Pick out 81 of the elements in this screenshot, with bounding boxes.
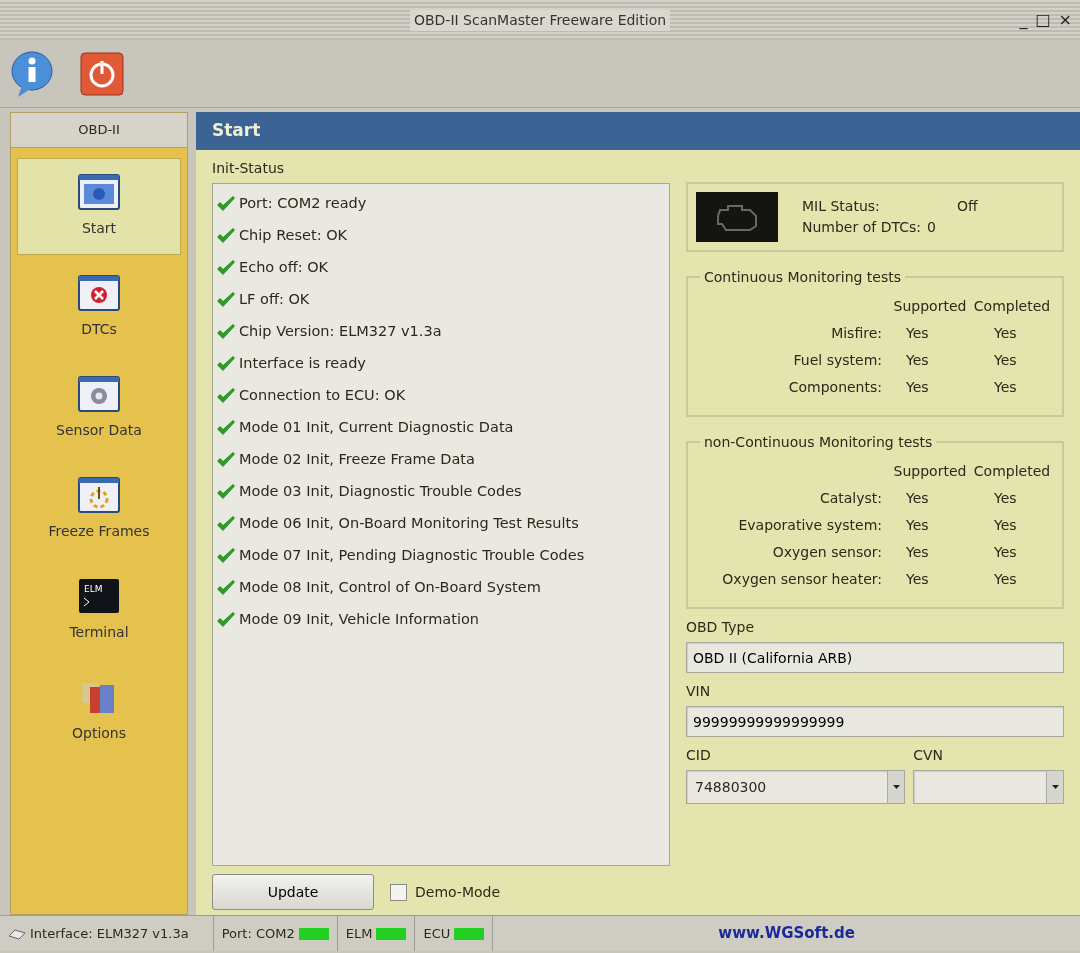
status-text: Mode 07 Init, Pending Diagnostic Trouble Codes bbox=[239, 546, 585, 566]
supported-value: Yes bbox=[905, 324, 930, 343]
sidebar-item[interactable]: Sensor Data bbox=[17, 360, 181, 457]
column-header: Supported bbox=[892, 297, 968, 316]
status-label: Port: COM2 bbox=[221, 924, 295, 943]
cid-dropdown[interactable]: 74880300 bbox=[686, 770, 906, 804]
test-name: Evaporative system: bbox=[737, 516, 883, 535]
sidebar-item[interactable]: ELM Terminal bbox=[17, 562, 181, 659]
completed-value: Yes bbox=[993, 324, 1018, 343]
completed-value: Yes bbox=[993, 570, 1018, 589]
sidebar-item[interactable]: DTCs bbox=[17, 259, 181, 356]
terminal-icon: ELM bbox=[78, 578, 120, 614]
update-button[interactable]: Update bbox=[212, 874, 374, 910]
supported-value: Yes bbox=[905, 378, 930, 397]
status-text: LF off: OK bbox=[239, 290, 310, 310]
sidebar-header: OBD-II bbox=[11, 113, 187, 148]
window-icon bbox=[78, 477, 120, 513]
close-button[interactable]: × bbox=[1058, 8, 1072, 32]
status-text: Connection to ECU: OK bbox=[239, 386, 406, 406]
status-text: Port: COM2 ready bbox=[239, 194, 367, 214]
column-header: Supported bbox=[892, 462, 968, 481]
demo-mode-label: Demo-Mode bbox=[415, 882, 501, 902]
supported-value: Yes bbox=[905, 516, 930, 535]
caret-icon bbox=[892, 785, 900, 789]
dtc-count-value: 0 bbox=[926, 218, 937, 237]
test-name: Oxygen sensor: bbox=[771, 543, 883, 562]
panel-title: Start bbox=[196, 112, 1080, 150]
window-icon bbox=[78, 376, 120, 412]
status-text: Interface is ready bbox=[239, 354, 366, 374]
dtc-count-label: Number of DTCs: bbox=[802, 218, 921, 237]
test-name: Catalyst: bbox=[818, 489, 883, 508]
sidebar-item[interactable]: Freeze Frames bbox=[17, 461, 181, 558]
completed-value: Yes bbox=[993, 489, 1018, 508]
sidebar-item[interactable]: Options bbox=[17, 663, 181, 760]
column-header: Completed bbox=[972, 462, 1052, 481]
window-title: OBD-II ScanMaster Freeware Edition bbox=[409, 9, 671, 31]
info-icon[interactable] bbox=[8, 48, 56, 99]
power-icon[interactable] bbox=[80, 51, 124, 96]
status-text: Chip Version: ELM327 v1.3a bbox=[239, 322, 442, 342]
status-text: Mode 06 Init, On-Board Monitoring Test Results bbox=[239, 514, 579, 534]
mil-status-label: MIL Status: bbox=[802, 197, 881, 216]
status-text: Chip Reset: OK bbox=[239, 226, 348, 246]
sidebar-item[interactable]: Start bbox=[17, 158, 181, 255]
init-status-label: Init-Status bbox=[212, 159, 286, 178]
minimize-button[interactable]: _ bbox=[1019, 8, 1028, 32]
obd-type-field[interactable]: OBD II (California ARB) bbox=[686, 642, 1064, 673]
vin-field[interactable]: 99999999999999999 bbox=[686, 706, 1064, 737]
caret-icon bbox=[1051, 785, 1059, 789]
status-text: Mode 02 Init, Freeze Frame Data bbox=[239, 450, 475, 470]
column-header: Completed bbox=[972, 297, 1052, 316]
obd-type-label: OBD Type bbox=[686, 618, 755, 637]
status-label: ECU bbox=[423, 924, 451, 943]
vin-label: VIN bbox=[686, 682, 712, 701]
maximize-button[interactable]: □ bbox=[1035, 8, 1051, 32]
status-text: Mode 01 Init, Current Diagnostic Data bbox=[239, 418, 514, 438]
supported-value: Yes bbox=[905, 351, 930, 370]
status-label: ELM bbox=[345, 924, 373, 943]
supported-value: Yes bbox=[905, 543, 930, 562]
cvn-label: CVN bbox=[913, 746, 945, 765]
supported-value: Yes bbox=[905, 489, 930, 508]
window-icon bbox=[78, 275, 120, 311]
status-text: Mode 09 Init, Vehicle Information bbox=[239, 610, 479, 630]
status-text: Mode 03 Init, Diagnostic Trouble Codes bbox=[239, 482, 522, 502]
completed-value: Yes bbox=[993, 516, 1018, 535]
demo-mode-checkbox[interactable] bbox=[390, 883, 407, 901]
completed-value: Yes bbox=[993, 543, 1018, 562]
status-text: Echo off: OK bbox=[239, 258, 329, 278]
website-link[interactable]: www.WGSoft.de bbox=[718, 922, 855, 945]
mil-status-value: Off bbox=[955, 197, 978, 216]
test-name: Misfire: bbox=[830, 324, 883, 343]
cid-label: CID bbox=[686, 746, 712, 765]
supported-value: Yes bbox=[905, 570, 930, 589]
test-name: Components: bbox=[787, 378, 883, 397]
status-text: Mode 08 Init, Control of On-Board System bbox=[239, 578, 541, 598]
test-name: Oxygen sensor heater: bbox=[721, 570, 883, 589]
window-icon bbox=[78, 174, 120, 210]
test-name: Fuel system: bbox=[792, 351, 883, 370]
completed-value: Yes bbox=[993, 351, 1018, 370]
completed-value: Yes bbox=[993, 378, 1018, 397]
plug-icon bbox=[8, 927, 26, 940]
interface-status: Interface: ELM327 v1.3a bbox=[30, 924, 189, 943]
